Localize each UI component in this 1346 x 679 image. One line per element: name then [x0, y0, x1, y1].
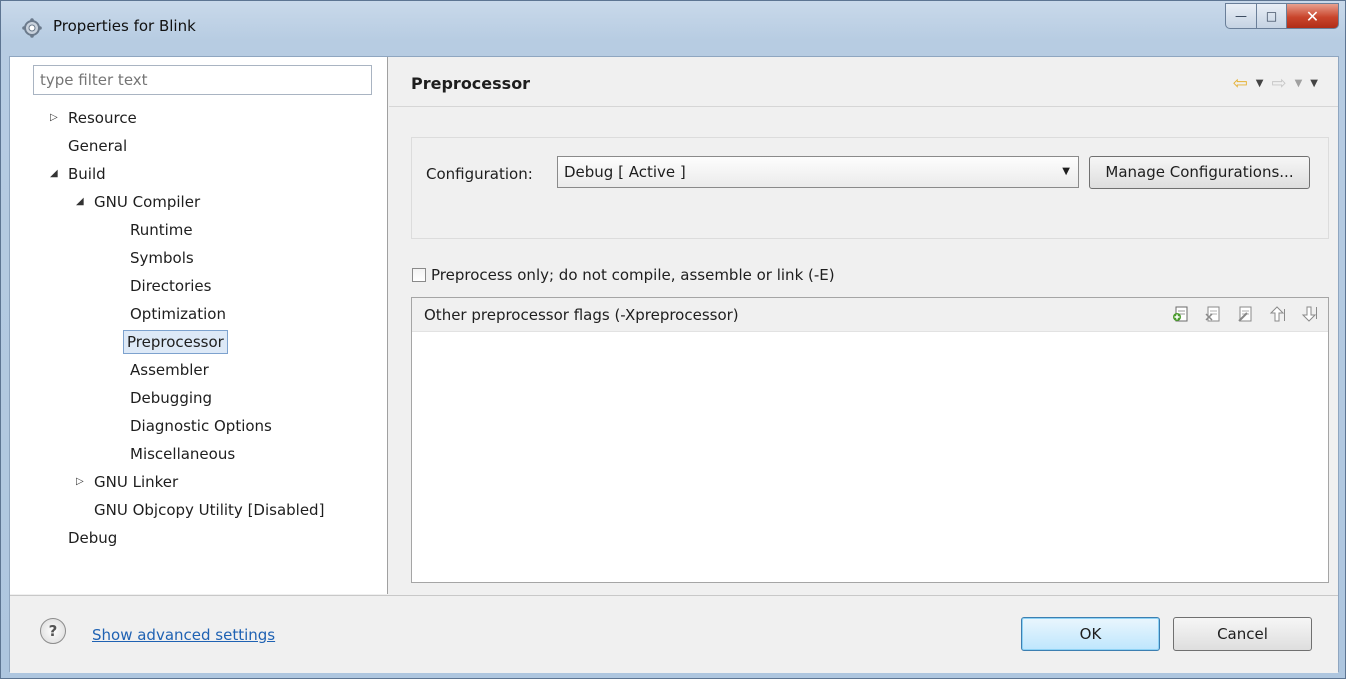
- filter-input[interactable]: [33, 65, 372, 95]
- tree-item-label: Debugging: [130, 389, 213, 407]
- forward-arrow-icon[interactable]: ⇨: [1272, 73, 1287, 94]
- back-arrow-icon[interactable]: ⇦: [1233, 73, 1248, 94]
- tree-item-gnu-compiler[interactable]: ◢ GNU Compiler: [76, 190, 203, 214]
- tree-item-miscellaneous[interactable]: Miscellaneous: [127, 442, 238, 466]
- minimize-button[interactable]: —: [1225, 3, 1257, 29]
- collapse-icon[interactable]: ◢: [76, 190, 88, 214]
- collapse-icon[interactable]: ◢: [50, 162, 62, 186]
- tree-item-label: Preprocessor: [123, 330, 228, 354]
- tree-item-label: Build: [68, 165, 106, 183]
- tree-item-label: Runtime: [130, 221, 193, 239]
- properties-gear-icon: [22, 18, 42, 38]
- tree-item-assembler[interactable]: Assembler: [127, 358, 212, 382]
- tree-item-symbols[interactable]: Symbols: [127, 246, 197, 270]
- minimize-icon: —: [1235, 9, 1247, 23]
- preprocess-only-checkbox[interactable]: [412, 268, 426, 282]
- add-icon[interactable]: [1172, 305, 1190, 323]
- configuration-label: Configuration:: [426, 165, 533, 183]
- chevron-down-icon: ▼: [1062, 166, 1070, 177]
- tree-item-runtime[interactable]: Runtime: [127, 218, 196, 242]
- preprocess-only-option[interactable]: Preprocess only; do not compile, assembl…: [412, 265, 835, 285]
- navigation-pane: ▷ Resource General ◢ Build ◢ GNU Compile…: [10, 57, 388, 594]
- tree-item-label: General: [68, 137, 128, 155]
- maximize-button[interactable]: □: [1257, 3, 1287, 29]
- tree-item-preprocessor[interactable]: Preprocessor: [123, 330, 228, 354]
- tree-item-label: Diagnostic Options: [130, 417, 272, 435]
- preprocessor-flags-list: Other preprocessor flags (-Xpreprocessor…: [411, 297, 1329, 583]
- properties-dialog: Properties for Blink — □ ✕ ▷ Resource Ge…: [0, 0, 1346, 679]
- close-button[interactable]: ✕: [1287, 3, 1339, 29]
- page-header: Preprocessor ⇦ ▼ ⇨ ▼ ▼: [389, 57, 1338, 107]
- help-icon[interactable]: ?: [40, 618, 66, 644]
- tree-item-label: GNU Linker: [94, 473, 179, 491]
- flags-list-title: Other preprocessor flags (-Xpreprocessor…: [424, 306, 739, 324]
- tree-item-label: Symbols: [130, 249, 194, 267]
- configuration-group: Configuration: Debug [ Active ] ▼ Manage…: [411, 137, 1329, 239]
- move-down-icon[interactable]: [1300, 305, 1318, 323]
- expand-icon[interactable]: ▷: [76, 470, 88, 494]
- tree-item-resource[interactable]: ▷ Resource: [50, 106, 140, 130]
- tree-item-debug[interactable]: Debug: [65, 526, 120, 550]
- tree-item-debugging[interactable]: Debugging: [127, 386, 215, 410]
- maximize-icon: □: [1265, 9, 1278, 23]
- tree-item-label: Optimization: [130, 305, 226, 323]
- tree-item-directories[interactable]: Directories: [127, 274, 214, 298]
- tree-item-build[interactable]: ◢ Build: [50, 162, 109, 186]
- preprocess-only-label: Preprocess only; do not compile, assembl…: [431, 266, 835, 284]
- tree-item-label: Debug: [68, 529, 118, 547]
- delete-icon[interactable]: [1204, 305, 1222, 323]
- tree-item-general[interactable]: General: [65, 134, 130, 158]
- tree-item-label: GNU Compiler: [94, 193, 201, 211]
- history-nav: ⇦ ▼ ⇨ ▼ ▼: [1233, 73, 1318, 94]
- tree-item-label: Miscellaneous: [130, 445, 236, 463]
- show-advanced-settings-link[interactable]: Show advanced settings: [92, 626, 275, 644]
- property-page: Preprocessor ⇦ ▼ ⇨ ▼ ▼ Configuration: De…: [389, 57, 1338, 594]
- configuration-select[interactable]: Debug [ Active ] ▼: [557, 156, 1079, 188]
- forward-history-dropdown-icon[interactable]: ▼: [1295, 78, 1303, 89]
- tree-item-label: Resource: [68, 109, 137, 127]
- manage-configurations-button[interactable]: Manage Configurations...: [1089, 156, 1310, 189]
- title-bar[interactable]: Properties for Blink — □ ✕: [1, 1, 1345, 51]
- tree-item-optimization[interactable]: Optimization: [127, 302, 229, 326]
- tree-item-diagnostic-options[interactable]: Diagnostic Options: [127, 414, 275, 438]
- page-title: Preprocessor: [411, 74, 531, 93]
- dialog-footer: ? Show advanced settings OK Cancel: [10, 595, 1338, 673]
- edit-icon[interactable]: [1236, 305, 1254, 323]
- tree-item-label: Directories: [130, 277, 212, 295]
- ok-button[interactable]: OK: [1021, 617, 1160, 651]
- configuration-value: Debug [ Active ]: [564, 163, 686, 181]
- view-menu-icon[interactable]: ▼: [1310, 78, 1318, 89]
- tree-item-label: GNU Objcopy Utility [Disabled]: [94, 501, 325, 519]
- back-history-dropdown-icon[interactable]: ▼: [1256, 78, 1264, 89]
- move-up-icon[interactable]: [1268, 305, 1286, 323]
- tree-item-label: Assembler: [130, 361, 209, 379]
- window-controls: — □ ✕: [1225, 3, 1339, 29]
- expand-icon[interactable]: ▷: [50, 106, 62, 130]
- flags-list-header: Other preprocessor flags (-Xpreprocessor…: [412, 298, 1328, 332]
- window-title: Properties for Blink: [53, 17, 196, 35]
- dialog-client-area: ▷ Resource General ◢ Build ◢ GNU Compile…: [9, 56, 1339, 673]
- tree-item-gnu-objcopy-utility[interactable]: GNU Objcopy Utility [Disabled]: [91, 498, 327, 522]
- cancel-button[interactable]: Cancel: [1173, 617, 1312, 651]
- tree-item-gnu-linker[interactable]: ▷ GNU Linker: [76, 470, 181, 494]
- flags-toolbar: [1172, 305, 1318, 323]
- close-icon: ✕: [1305, 6, 1320, 26]
